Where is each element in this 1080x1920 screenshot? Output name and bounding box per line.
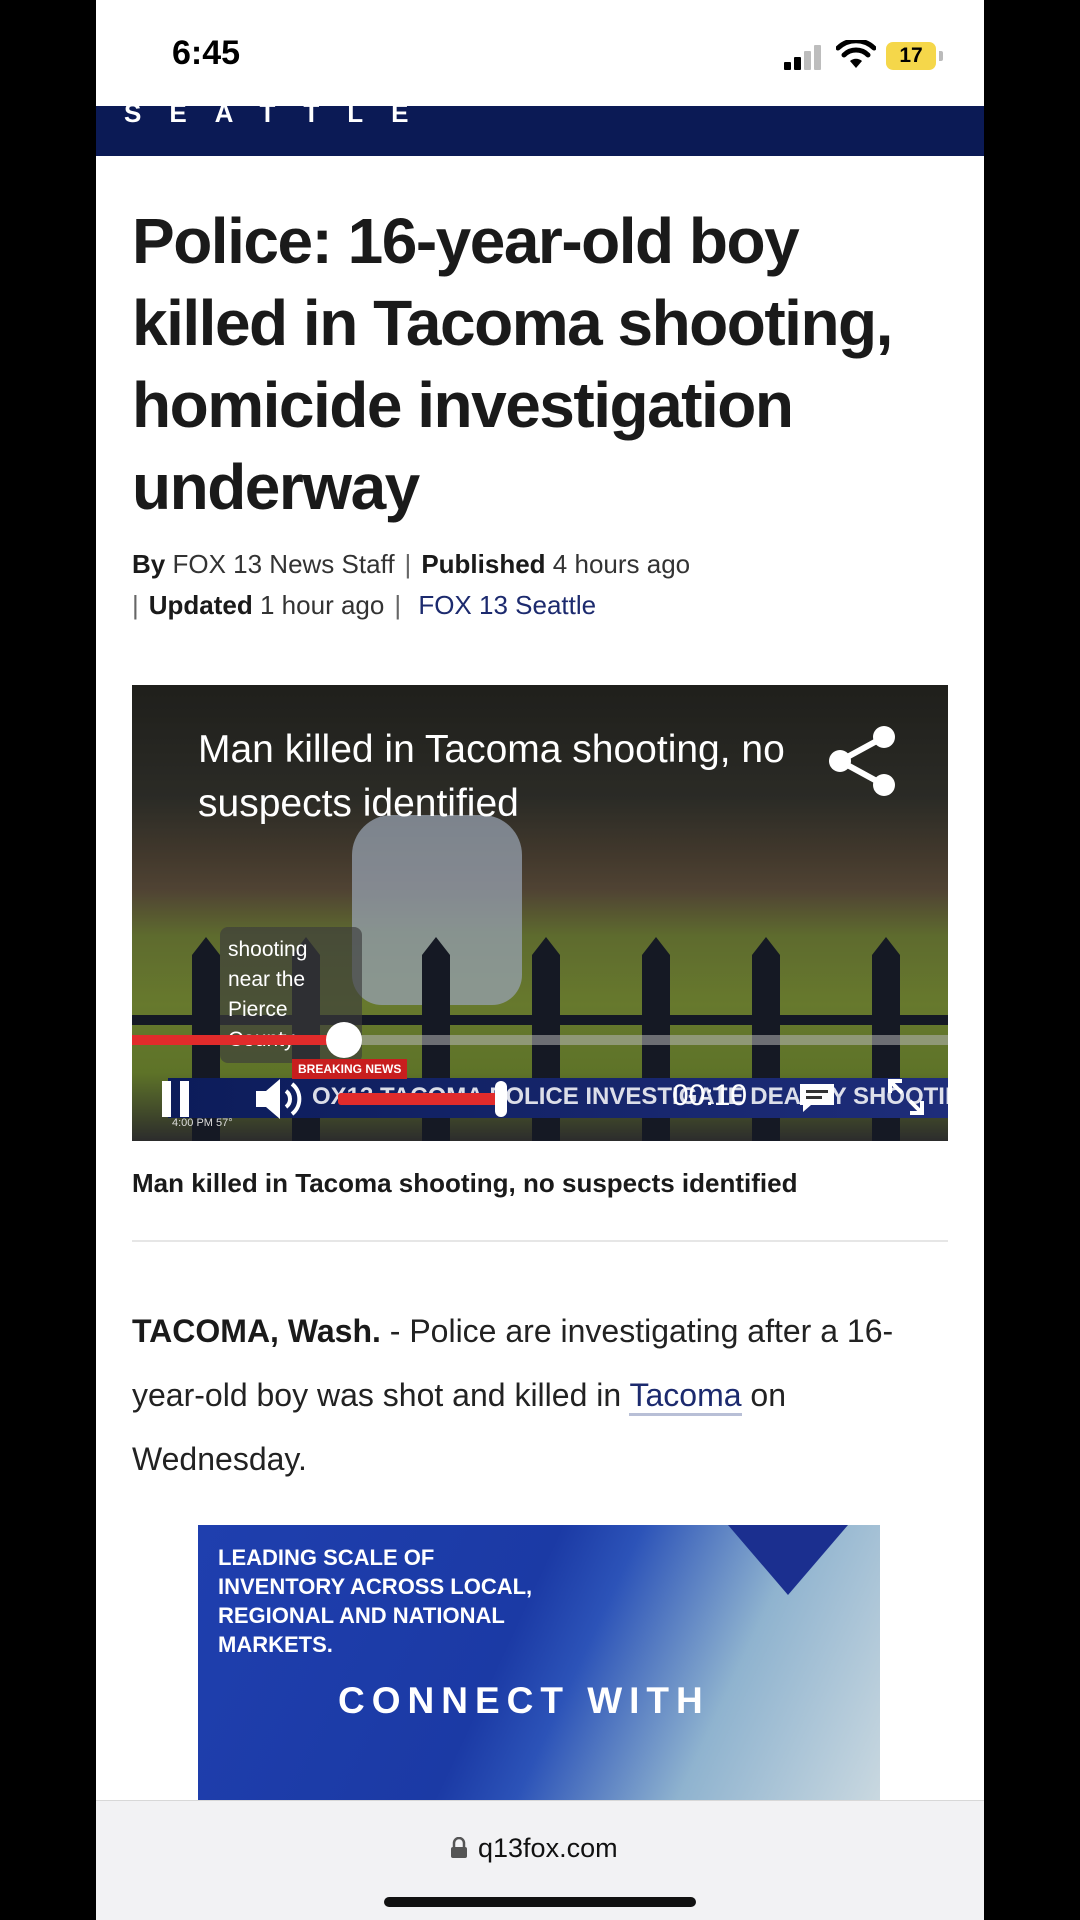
pause-icon[interactable] (160, 1079, 194, 1119)
lock-icon (451, 1837, 467, 1858)
article-headline: Police: 16-year-old boy killed in Tacoma… (132, 205, 893, 523)
published-label: Published (421, 549, 546, 579)
site-header-band[interactable]: SEATTLE (96, 106, 984, 156)
browser-address-bar[interactable]: q13fox.com (96, 1800, 984, 1920)
wifi-icon (836, 40, 876, 68)
meta-separator: | (404, 549, 412, 579)
battery-icon: 17 (886, 42, 936, 70)
fullscreen-icon[interactable] (884, 1075, 928, 1119)
home-indicator[interactable] (384, 1897, 696, 1907)
meta-separator: | (132, 590, 139, 620)
tacoma-link[interactable]: Tacoma (629, 1377, 742, 1416)
captions-icon[interactable] (797, 1081, 837, 1115)
published-value: 4 hours ago (552, 549, 691, 579)
volume-slider-thumb[interactable] (495, 1081, 507, 1117)
dateline: TACOMA, Wash. (132, 1313, 381, 1349)
article-meta: By FOX 13 News Staff | Published 4 hours a… (132, 544, 952, 626)
battery-cap (939, 51, 943, 61)
share-icon[interactable] (824, 723, 900, 799)
divider (132, 1240, 948, 1242)
video-progress-scrubber[interactable] (326, 1022, 362, 1058)
ad-connect-text: CONNECT WITH (338, 1680, 710, 1721)
ad-graphic (728, 1525, 848, 1595)
cellular-signal-icon (784, 45, 821, 70)
screen: 6:45 17 SEATTLE Police: 16-year-old boy … (96, 0, 984, 1920)
status-bar: 6:45 17 (96, 0, 984, 106)
volume-icon[interactable] (252, 1073, 304, 1125)
ad-copy: LEADING SCALE OF INVENTORY ACROSS LOCAL,… (218, 1545, 533, 1657)
byline-prefix: By (132, 549, 166, 579)
volume-slider-fill[interactable] (338, 1093, 501, 1105)
advertisement-banner[interactable]: LEADING SCALE OF INVENTORY ACROSS LOCAL,… (198, 1525, 880, 1800)
url-text: q13fox.com (478, 1833, 618, 1863)
video-caption: Man killed in Tacoma shooting, no suspec… (132, 1168, 798, 1198)
site-logo-text: SEATTLE (124, 106, 437, 128)
status-time: 6:45 (172, 34, 241, 72)
video-progress-fill (132, 1035, 344, 1045)
updated-label: Updated (148, 590, 253, 620)
video-player[interactable]: Man killed in Tacoma shooting, no suspec… (132, 685, 948, 1141)
breaking-news-tag: BREAKING NEWS (292, 1059, 408, 1079)
video-title: Man killed in Tacoma shooting, no suspec… (198, 728, 785, 825)
updated-value: 1 hour ago (260, 590, 385, 620)
battery-level: 17 (899, 44, 923, 67)
article-lead-paragraph: TACOMA, Wash. - Police are investigating… (132, 1299, 962, 1491)
video-timecode: 00:10 (672, 1079, 748, 1112)
byline-author: FOX 13 News Staff (172, 549, 395, 579)
meta-separator: | (394, 590, 402, 620)
source-link[interactable]: FOX 13 Seattle (418, 590, 596, 620)
